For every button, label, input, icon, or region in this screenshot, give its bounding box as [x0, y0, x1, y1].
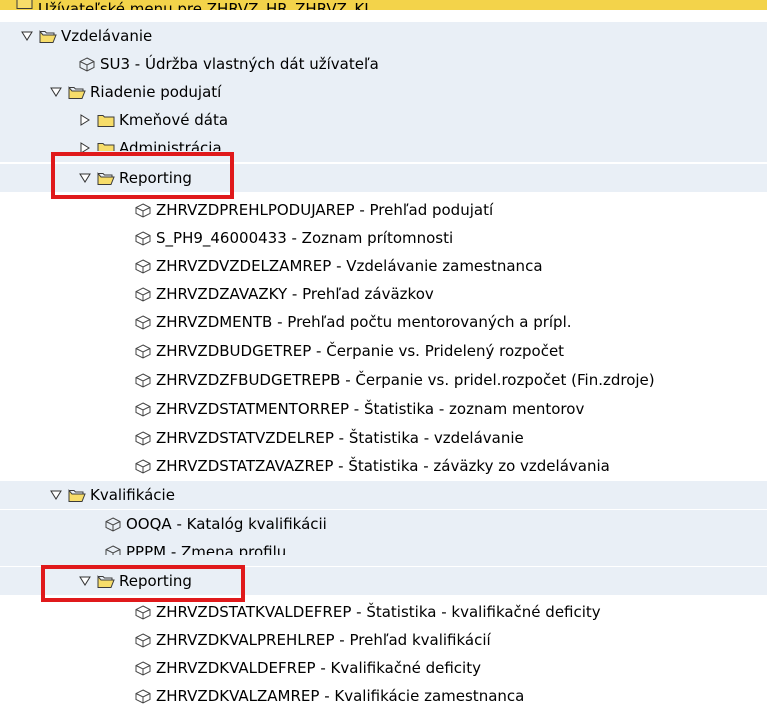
- tree-leaf-label: ZHRVZDZAVAZKY - Prehľad záväzkov: [156, 284, 434, 303]
- tree-leaf-label: ZHRVZDVZDELZAMREP - Vzdelávanie zamestna…: [156, 256, 543, 275]
- tree-leaf[interactable]: ZHRVZDZAVAZKY - Prehľad záväzkov: [0, 280, 767, 308]
- tree-leaf-label: ZHRVZDKVALDEFREP - Kvalifikačné deficity: [156, 658, 481, 677]
- tree-root-label: Užívateľské menu pre ZHRVZ_HR_ZHRVZ_KL: [38, 0, 373, 11]
- tree-leaf-label: ZHRVZDSTATKVALDEFREP - Štatistika - kval…: [156, 602, 601, 621]
- tree-node-label: Vzdelávanie: [61, 26, 153, 45]
- tree-leaf[interactable]: ZHRVZDSTATKVALDEFREP - Štatistika - kval…: [0, 598, 767, 626]
- tree-node-label: Kvalifikácie: [90, 485, 175, 504]
- tree-leaf-label: ZHRVZDSTATVZDELREP - Štatistika - vzdelá…: [156, 428, 524, 447]
- folder-open-icon: [97, 574, 115, 589]
- tree-leaf-ooqa[interactable]: OOQA - Katalóg kvalifikácii: [0, 510, 767, 538]
- tree-node-vzdelavanie[interactable]: Vzdelávanie: [0, 22, 767, 50]
- tree-leaf-su3[interactable]: SU3 - Údržba vlastných dát užívateľa: [0, 50, 767, 78]
- expand-triangle-right-icon[interactable]: [79, 114, 91, 126]
- transaction-cube-icon: [134, 458, 152, 474]
- tree-leaf[interactable]: ZHRVZDKVALDEFREP - Kvalifikačné deficity: [0, 654, 767, 682]
- folder-open-icon: [16, 0, 34, 10]
- transaction-cube-icon: [134, 660, 152, 676]
- transaction-cube-icon: [78, 56, 96, 72]
- tree-node-administracia[interactable]: Administrácia: [0, 134, 767, 162]
- tree-node-label: Administrácia: [119, 138, 222, 157]
- transaction-cube-icon: [134, 401, 152, 417]
- folder-closed-icon: [97, 141, 115, 151]
- tree-leaf[interactable]: ZHRVZDKVALPREHLREP - Prehľad kvalifikáci…: [0, 626, 767, 654]
- tree-node-label: Riadenie podujatí: [90, 82, 222, 101]
- expand-triangle-down-icon[interactable]: [79, 575, 91, 587]
- expand-triangle-right-icon[interactable]: [79, 142, 91, 154]
- tree-node-label: Kmeňové dáta: [119, 110, 229, 129]
- tree-leaf[interactable]: S_PH9_46000433 - Zoznam prítomnosti: [0, 224, 767, 252]
- tree-leaf-label: ZHRVZDKVALPREHLREP - Prehľad kvalifikáci…: [156, 630, 491, 649]
- folder-open-icon: [68, 488, 86, 503]
- tree-root-row[interactable]: Užívateľské menu pre ZHRVZ_HR_ZHRVZ_KL: [0, 0, 767, 10]
- tree-node-kmenove-data[interactable]: Kmeňové dáta: [0, 106, 767, 134]
- transaction-cube-icon: [134, 286, 152, 302]
- tree-leaf[interactable]: ZHRVZDSTATVZDELREP - Štatistika - vzdelá…: [0, 424, 767, 452]
- transaction-cube-icon: [134, 688, 152, 704]
- transaction-cube-icon: [104, 516, 122, 532]
- folder-open-icon: [97, 171, 115, 186]
- tree-leaf-label: ZHRVZDBUDGETREP - Čerpanie vs. Pridelený…: [156, 341, 565, 360]
- menu-tree: Užívateľské menu pre ZHRVZ_HR_ZHRVZ_KL V…: [0, 0, 767, 710]
- tree-leaf-label: S_PH9_46000433 - Zoznam prítomnosti: [156, 228, 454, 247]
- transaction-cube-icon: [134, 430, 152, 446]
- transaction-cube-icon: [134, 632, 152, 648]
- tree-leaf[interactable]: ZHRVZDVZDELZAMREP - Vzdelávanie zamestna…: [0, 252, 767, 280]
- tree-leaf-label: ZHRVZDSTATMENTORREP - Štatistika - zozna…: [156, 399, 585, 418]
- transaction-cube-icon: [134, 372, 152, 388]
- tree-leaf[interactable]: ZHRVZDKVALZAMREP - Kvalifikácie zamestna…: [0, 682, 767, 710]
- tree-leaf-label: ZHRVZDPREHLPODUJAREP - Prehľad podujatí: [156, 200, 494, 219]
- transaction-cube-icon: [134, 258, 152, 274]
- expand-triangle-down-icon[interactable]: [21, 30, 33, 42]
- tree-leaf[interactable]: ZHRVZDBUDGETREP - Čerpanie vs. Pridelený…: [0, 337, 767, 365]
- folder-closed-icon: [97, 113, 115, 128]
- folder-open-icon: [68, 85, 86, 100]
- tree-leaf-label: SU3 - Údržba vlastných dát užívateľa: [100, 54, 379, 73]
- tree-node-reporting-podujatia[interactable]: Reporting: [0, 164, 767, 192]
- tree-leaf[interactable]: ZHRVZDPREHLPODUJAREP - Prehľad podujatí: [0, 196, 767, 224]
- transaction-cube-icon: [134, 604, 152, 620]
- transaction-cube-icon: [134, 343, 152, 359]
- transaction-cube-icon: [134, 314, 152, 330]
- tree-node-reporting-kvalifikacie[interactable]: Reporting: [0, 567, 767, 595]
- transaction-cube-icon: [134, 230, 152, 246]
- tree-node-label: Reporting: [119, 168, 192, 187]
- tree-leaf-label: ZHRVZDMENTB - Prehľad počtu mentorovanýc…: [156, 312, 572, 331]
- tree-leaf-label: ZHRVZDKVALZAMREP - Kvalifikácie zamestna…: [156, 686, 525, 705]
- tree-leaf-label: OOQA - Katalóg kvalifikácii: [126, 514, 327, 533]
- tree-leaf[interactable]: ZHRVZDZFBUDGETREPB - Čerpanie vs. pridel…: [0, 366, 767, 394]
- transaction-cube-icon: [104, 544, 122, 555]
- tree-node-kvalifikacie[interactable]: Kvalifikácie: [0, 481, 767, 509]
- tree-leaf[interactable]: ZHRVZDSTATZAVAZREP - Štatistika - záväzk…: [0, 452, 767, 480]
- expand-triangle-down-icon[interactable]: [50, 489, 62, 501]
- tree-leaf-label: ZHRVZDSTATZAVAZREP - Štatistika - záväzk…: [156, 456, 610, 475]
- tree-leaf-label: PPPM - Zmena profilu: [126, 542, 287, 561]
- tree-leaf-label: ZHRVZDZFBUDGETREPB - Čerpanie vs. pridel…: [156, 370, 655, 389]
- tree-leaf-pppm[interactable]: PPPM - Zmena profilu: [0, 538, 767, 566]
- tree-leaf[interactable]: ZHRVZDMENTB - Prehľad počtu mentorovanýc…: [0, 308, 767, 336]
- tree-leaf[interactable]: ZHRVZDSTATMENTORREP - Štatistika - zozna…: [0, 395, 767, 423]
- expand-triangle-down-icon[interactable]: [50, 86, 62, 98]
- transaction-cube-icon: [134, 202, 152, 218]
- expand-triangle-down-icon[interactable]: [79, 172, 91, 184]
- tree-node-riadenie-podujati[interactable]: Riadenie podujatí: [0, 78, 767, 106]
- folder-open-icon: [39, 29, 57, 44]
- tree-node-label: Reporting: [119, 571, 192, 590]
